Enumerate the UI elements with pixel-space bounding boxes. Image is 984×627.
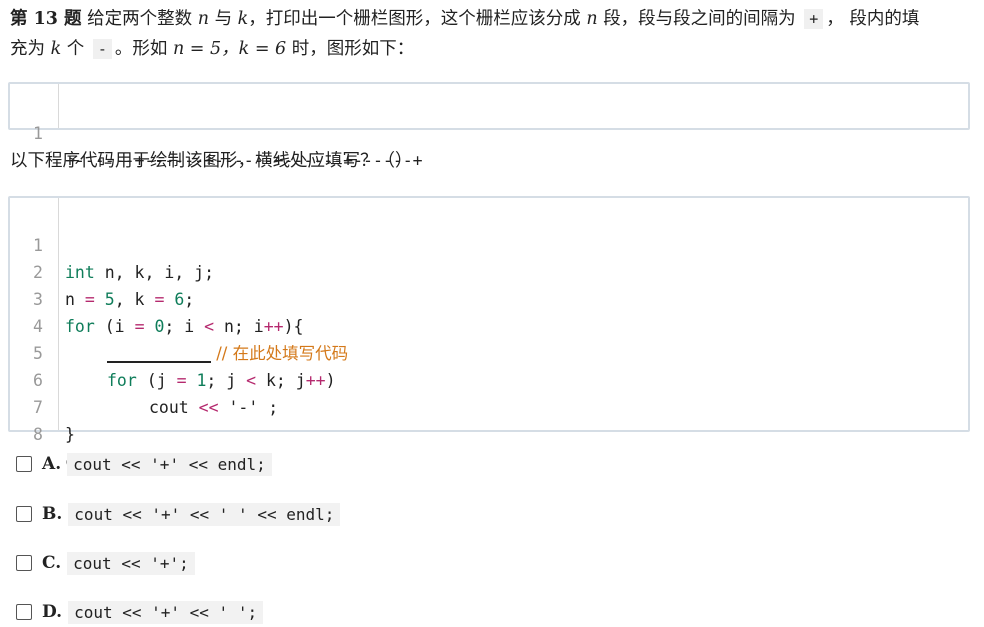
option-code: cout << '+'; <box>67 551 195 575</box>
code-text: n <box>65 290 85 309</box>
option-a-checkbox[interactable] <box>16 456 32 472</box>
var-n: n <box>586 9 598 29</box>
code-text: ; i <box>164 317 205 336</box>
keyword: for <box>65 317 95 336</box>
option-a[interactable]: A. cout << '+' << endl; <box>16 451 272 477</box>
code-text: ; j <box>206 371 247 390</box>
option-code: cout << '+' << endl; <box>67 452 272 476</box>
question-text-part: 给定两个整数 <box>87 9 193 29</box>
code-text: '-' ; <box>218 398 279 417</box>
code-line-2: 2 n = 5, k = 6; <box>10 232 194 309</box>
code-line-1: 1 int n, k, i, j; <box>10 205 214 282</box>
code-text: (i <box>94 317 135 336</box>
operator: ++ <box>263 317 284 336</box>
option-letter: B. <box>42 504 63 524</box>
prompt-text: 以下程序代码用于绘制该图形，横线处应填写？（） <box>10 151 413 171</box>
option-letter: A. <box>42 454 62 474</box>
option-d[interactable]: D. cout << '+' << ' '; <box>16 599 264 625</box>
option-b-checkbox[interactable] <box>16 506 32 522</box>
operator: << <box>198 398 219 417</box>
question-text-part: 个 <box>66 39 85 59</box>
code-line-5: 5 for (j = 1; j < k; j++) <box>10 313 336 390</box>
option-code: cout << '+' << ' ' << endl; <box>68 502 341 526</box>
option-c-checkbox[interactable] <box>16 555 32 571</box>
code-text: } <box>65 425 75 444</box>
option-letter: D. <box>42 602 63 622</box>
dash-symbol: - <box>92 39 112 59</box>
code-text: ){ <box>283 317 304 336</box>
code-line: 1 +------+------+------+------+------+ <box>10 93 423 170</box>
var-k: k <box>50 39 62 59</box>
var-n: n <box>197 9 209 29</box>
code-text: cout <box>149 398 199 417</box>
question-text-part: 充为 <box>10 39 45 59</box>
code-text: (j <box>136 371 177 390</box>
operator: = <box>134 317 145 336</box>
question-label: 第 13 题 <box>10 9 82 29</box>
question-text-part: 与 <box>214 9 233 29</box>
operator: ++ <box>305 371 326 390</box>
number: 0 <box>154 317 165 336</box>
code-text: n, k, i, j; <box>94 263 215 282</box>
option-letter: C. <box>42 553 62 573</box>
code-line-6: 6 cout << '-' ; <box>10 340 278 417</box>
question-text-part: 。形如 <box>114 39 168 59</box>
option-b[interactable]: B. cout << '+' << ' ' << endl; <box>16 501 341 527</box>
number: 6 <box>174 290 185 309</box>
code-line-3: 3 for (i = 0; i < n; i++){ <box>10 259 303 336</box>
code-line-4: 4 // 在此处填写代码 <box>10 286 348 363</box>
output-example-block: 1 +------+------+------+------+------+ <box>8 82 970 170</box>
operator: < <box>204 317 215 336</box>
question-text-part: ， 段内的填 <box>826 9 920 29</box>
question-text-part: 段，段与段之间的间隔为 <box>603 9 796 29</box>
code-text: ; <box>184 290 195 309</box>
example-values: n = 5，k = 6 <box>172 39 287 59</box>
code-text: k; j <box>256 371 306 390</box>
keyword: for <box>107 371 137 390</box>
question-text: 第 13 题 给定两个整数 n 与 k，打印出一个栅栏图形，这个栅栏应该分成 n… <box>10 4 970 64</box>
var-k: k <box>237 9 249 29</box>
code-line-7: 7 } <box>10 367 75 444</box>
code-text: , k <box>114 290 155 309</box>
operator: = <box>154 290 165 309</box>
line-number: 8 <box>33 425 43 444</box>
plus-symbol: + <box>804 9 824 29</box>
number: 5 <box>104 290 115 309</box>
option-code: cout << '+' << ' '; <box>68 600 264 624</box>
keyword: int <box>65 263 95 282</box>
operator: = <box>84 290 95 309</box>
fill-in-blank <box>107 343 211 363</box>
operator: = <box>176 371 187 390</box>
line-number: 1 <box>33 124 43 143</box>
code-text: n; i <box>214 317 264 336</box>
question-text-part: ，打印出一个栅栏图形，这个栅栏应该分成 <box>248 9 581 29</box>
code-block: 1 int n, k, i, j; 2 n = 5, k = 6; 3 for … <box>8 196 970 471</box>
option-d-checkbox[interactable] <box>16 604 32 620</box>
number: 1 <box>196 371 207 390</box>
operator: < <box>246 371 257 390</box>
code-comment: // 在此处填写代码 <box>211 344 349 363</box>
question-text-part: 时，图形如下： <box>291 39 415 59</box>
code-text: ) <box>325 371 336 390</box>
code-line-8: 8 cout << '+'; <box>10 394 184 471</box>
option-c[interactable]: C. cout << '+'; <box>16 550 195 576</box>
